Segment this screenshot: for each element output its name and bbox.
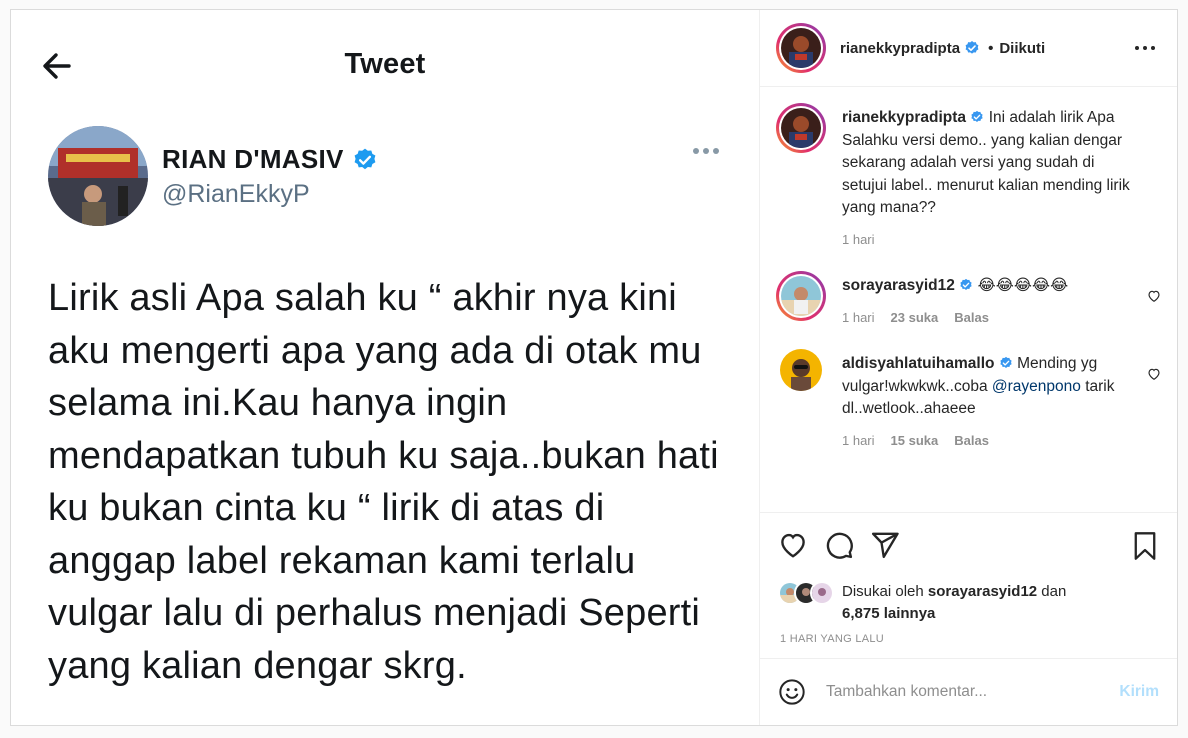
reply-button[interactable]: Balas [954, 430, 989, 453]
tweet-text: Lirik asli Apa salah ku “ akhir nya kini… [48, 277, 719, 687]
caption-body: rianekkypradipta Ini adalah lirik Apa Sa… [842, 107, 1142, 251]
comment-item: sorayarasyid12 😂😂😂😂😂 1 hari 23 suka Bala… [776, 271, 1161, 329]
comment-text: 😂😂😂😂😂 [977, 277, 1069, 294]
comment-username[interactable]: aldisyahlatuihamallo [842, 355, 994, 372]
comment-item: aldisyahlatuihamallo Mending yg vulgar!w… [776, 349, 1161, 452]
post-image: Tweet RIAN D'MASIV @RianEkkyP Lirik asli… [11, 10, 760, 725]
header-separator: • [988, 39, 994, 57]
tweet-display-name: RIAN D'MASIV [162, 144, 378, 175]
like-comment-icon[interactable] [1147, 289, 1161, 303]
likers-avatars[interactable] [778, 581, 842, 605]
tweet-name-text: RIAN D'MASIV [162, 144, 344, 174]
verified-badge-icon [965, 41, 979, 54]
header-username[interactable]: rianekkypradipta [840, 40, 960, 57]
post-header: rianekkypradipta • Diikuti [760, 10, 1177, 87]
post-card: Tweet RIAN D'MASIV @RianEkkyP Lirik asli… [10, 9, 1178, 726]
comment-likes[interactable]: 23 suka [891, 307, 939, 330]
caption-meta: 1 hari [842, 229, 1142, 252]
comment-meta: 1 hari 15 suka Balas [842, 430, 1142, 453]
mention-link[interactable]: @rayenpono [992, 378, 1081, 395]
verified-badge-icon [354, 148, 376, 169]
comment-input[interactable] [826, 683, 1120, 701]
tweet-more-icon [693, 148, 719, 154]
comment-body: sorayarasyid12 😂😂😂😂😂 1 hari 23 suka Bala… [842, 275, 1142, 329]
comment-body: aldisyahlatuihamallo Mending yg vulgar!w… [842, 353, 1142, 452]
comment-time[interactable]: 1 hari [842, 430, 875, 453]
post-comment-button[interactable]: Kirim [1119, 683, 1159, 701]
comment-bubble-icon[interactable] [824, 530, 854, 560]
post-actions: Disukai oleh sorayarasyid12 dan 6,875 la… [760, 512, 1177, 658]
caption: rianekkypradipta Ini adalah lirik Apa Sa… [776, 103, 1161, 251]
likes-summary: Disukai oleh sorayarasyid12 dan 6,875 la… [778, 581, 1159, 625]
caption-time[interactable]: 1 hari [842, 229, 875, 252]
like-heart-icon[interactable] [778, 530, 808, 560]
likes-others-count[interactable]: 6,875 lainnya [842, 605, 935, 622]
post-details-panel: rianekkypradipta • Diikuti rianekkypradi… [760, 10, 1177, 725]
likes-text: Disukai oleh sorayarasyid12 dan 6,875 la… [842, 581, 1066, 625]
tweet-title: Tweet [344, 48, 426, 80]
caption-username[interactable]: rianekkypradipta [842, 109, 966, 126]
comment-username[interactable]: sorayarasyid12 [842, 277, 955, 294]
comment-meta: 1 hari 23 suka Balas [842, 307, 1142, 330]
author-avatar[interactable] [776, 23, 826, 73]
tweet-handle: @RianEkkyP [162, 180, 310, 208]
post-timestamp[interactable]: 1 HARI YANG LALU [780, 633, 1159, 645]
likes-prefix: Disukai oleh [842, 583, 928, 600]
caption-avatar[interactable] [776, 103, 826, 153]
share-paper-plane-icon[interactable] [870, 530, 900, 560]
comment-time[interactable]: 1 hari [842, 307, 875, 330]
verified-badge-icon [960, 278, 972, 290]
bookmark-icon[interactable] [1131, 531, 1159, 561]
tweet-avatar [48, 126, 148, 226]
verified-badge-icon [971, 110, 983, 122]
verified-badge-icon [1000, 356, 1012, 368]
more-options-icon[interactable] [1135, 46, 1155, 50]
emoji-icon[interactable] [778, 678, 806, 706]
likes-middle: dan [1037, 583, 1067, 600]
reply-button[interactable]: Balas [954, 307, 989, 330]
liker-username[interactable]: sorayarasyid12 [928, 583, 1037, 600]
header-user-row: rianekkypradipta • Diikuti [840, 40, 1045, 57]
following-button[interactable]: Diikuti [999, 40, 1045, 57]
comment-avatar[interactable] [776, 271, 826, 321]
comments-list: rianekkypradipta Ini adalah lirik Apa Sa… [760, 87, 1177, 512]
comment-likes[interactable]: 15 suka [891, 430, 939, 453]
comment-avatar[interactable] [780, 349, 822, 391]
add-comment-bar: Kirim [760, 658, 1177, 725]
like-comment-icon[interactable] [1147, 367, 1161, 381]
